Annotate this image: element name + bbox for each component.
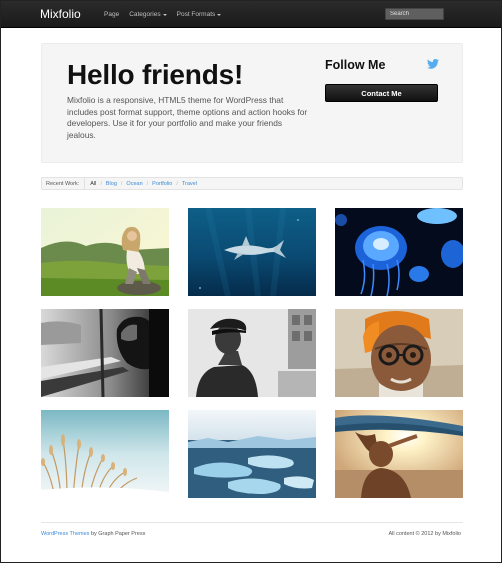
gallery-thumb-man-in-cap[interactable] [188, 309, 316, 397]
search-input[interactable] [385, 8, 444, 20]
nav-item-categories[interactable]: Categories [129, 10, 167, 19]
filter-item-label: All [90, 180, 97, 187]
filter-separator: / [120, 180, 123, 187]
shark-underwater-image [188, 208, 316, 296]
brand-logo[interactable]: Mixfolio [40, 7, 81, 21]
woman-in-meadow-image [41, 208, 169, 296]
nav-item-label: Categories [129, 11, 161, 18]
filter-item-label: Ocean [126, 180, 143, 187]
gallery-thumb-train-window[interactable] [41, 309, 169, 397]
hero-description: Mixfolio is a responsive, HTML5 theme fo… [67, 95, 308, 140]
footer-copyright: All content © 2012 by Mixfolio [388, 531, 461, 537]
gallery-thumb-woman-in-meadow[interactable] [41, 208, 169, 296]
hero-unit: Hello friends! Mixfolio is a responsive,… [41, 43, 463, 163]
gallery-thumb-jellyfish[interactable] [335, 208, 463, 296]
portfolio-gallery [41, 208, 463, 498]
gallery-thumb-surfer[interactable] [335, 410, 463, 498]
wordpress-themes-link[interactable]: WordPress Themes [41, 531, 89, 537]
nav-item-label: Post Formats [176, 11, 216, 18]
surfer-carrying-surfboard-image [335, 410, 463, 498]
icebergs-in-water-image [188, 410, 316, 498]
nav-item-label: Page [104, 11, 120, 18]
filter-portfolio[interactable]: Portfolio [152, 181, 172, 187]
filter-separator: / [100, 180, 102, 187]
filter-ocean[interactable]: Ocean [126, 181, 142, 187]
filter-separator: / [146, 180, 149, 187]
recent-work-filter-bar: Recent Work: All / Blog / Ocean / Portfo… [41, 177, 463, 190]
twitter-bird-icon[interactable] [427, 59, 439, 69]
filter-item-label: Travel [181, 180, 197, 187]
filter-item-label: Blog [105, 180, 117, 187]
top-navbar: Mixfolio Page Categories Post Formats [1, 1, 501, 28]
blue-jellyfish-image [335, 208, 463, 296]
filter-blog[interactable]: Blog [106, 181, 117, 187]
footer-by-text: by Graph Paper Press [90, 531, 146, 537]
filter-all[interactable]: All [90, 181, 96, 187]
snowy-grass-image [41, 410, 169, 498]
man-in-flat-cap-image [188, 309, 316, 397]
nav-item-page[interactable]: Page [104, 10, 119, 19]
filter-label: Recent Work: [42, 178, 86, 189]
chevron-down-icon [162, 13, 167, 16]
gallery-thumb-snowy-grass[interactable] [41, 410, 169, 498]
gallery-thumb-shark[interactable] [188, 208, 316, 296]
filter-travel[interactable]: Travel [182, 181, 197, 187]
chevron-down-icon [217, 13, 222, 16]
contact-me-button[interactable]: Contact Me [325, 84, 438, 102]
elderly-man-with-glasses-image [335, 309, 463, 397]
filter-separator: / [176, 180, 178, 187]
follow-heading: Follow Me [325, 58, 386, 72]
main-nav: Page Categories Post Formats [104, 10, 231, 19]
hero-title: Hello friends! [67, 59, 244, 90]
hooded-person-train-window-image [41, 309, 169, 397]
footer-divider [41, 522, 463, 523]
filter-list: All / Blog / Ocean / Portfolio / Travel [85, 181, 197, 187]
gallery-thumb-elderly-man[interactable] [335, 309, 463, 397]
gallery-thumb-icebergs[interactable] [188, 410, 316, 498]
footer-credits: WordPress Themes by Graph Paper Press [41, 531, 145, 537]
filter-item-label: Portfolio [152, 180, 173, 187]
nav-item-post-formats[interactable]: Post Formats [177, 10, 222, 19]
